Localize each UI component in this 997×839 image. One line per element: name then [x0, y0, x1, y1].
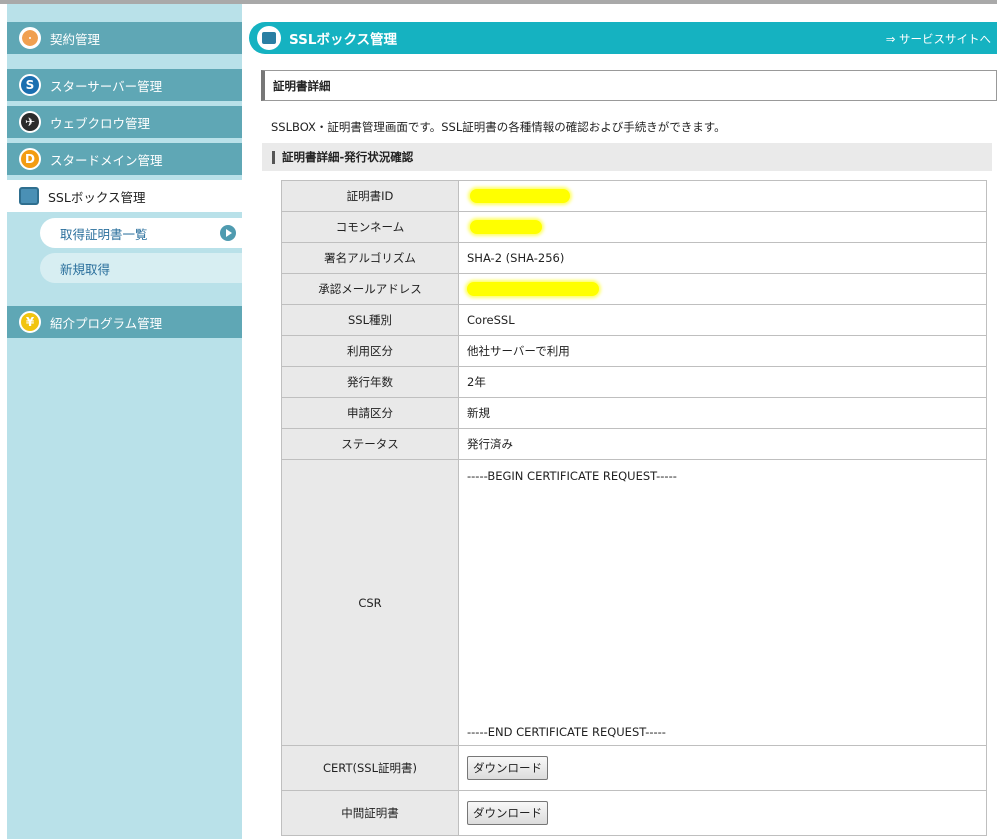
star-server-icon: S: [19, 74, 41, 96]
sidebar-item-label: 紹介プログラム管理: [50, 315, 163, 331]
table-row: 承認メールアドレス: [281, 273, 987, 305]
detail-value: [458, 211, 987, 243]
detail-value: 他社サーバーで利用: [458, 335, 987, 367]
table-row: 利用区分 他社サーバーで利用: [281, 335, 987, 367]
csr-begin-line: -----BEGIN CERTIFICATE REQUEST-----: [467, 469, 677, 483]
contract-icon: [19, 27, 41, 49]
detail-key: コモンネーム: [281, 211, 459, 243]
webcrow-icon: ✈: [19, 111, 41, 133]
csr-label: CSR: [281, 459, 459, 746]
subsection-bar: [272, 150, 275, 164]
ssl-box-icon: [257, 26, 281, 50]
detail-key: SSL種別: [281, 304, 459, 336]
detail-key: 署名アルゴリズム: [281, 242, 459, 274]
table-row: 署名アルゴリズム SHA-2 (SHA-256): [281, 242, 987, 274]
sidebar-item-label: ウェブクロウ管理: [50, 115, 151, 131]
detail-value: CoreSSL: [458, 304, 987, 336]
service-site-link[interactable]: ⇒ サービスサイトへ: [886, 31, 991, 47]
sidebar-item-label: スターサーバー管理: [50, 78, 163, 94]
detail-value: 新規: [458, 397, 987, 429]
sidebar-subitem-certificate-list[interactable]: 取得証明書一覧: [40, 218, 242, 248]
sidebar-item-star-domain[interactable]: D スタードメイン管理: [7, 143, 242, 175]
table-row-cert: CERT(SSL証明書) ダウンロード: [281, 745, 987, 791]
subsection-title: 証明書詳細-発行状況確認: [262, 143, 992, 171]
csr-text[interactable]: -----BEGIN CERTIFICATE REQUEST----- ----…: [458, 459, 987, 746]
sidebar-item-label: SSLボックス管理: [48, 189, 146, 205]
page-description: SSLBOX・証明書管理画面です。SSL証明書の各種情報の確認および手続きができ…: [271, 120, 726, 134]
sidebar-item-ssl-box[interactable]: SSLボックス管理: [7, 180, 242, 212]
table-row-csr: CSR -----BEGIN CERTIFICATE REQUEST----- …: [281, 459, 987, 746]
table-row: コモンネーム: [281, 211, 987, 243]
detail-key: 承認メールアドレス: [281, 273, 459, 305]
detail-key: 申請区分: [281, 397, 459, 429]
sidebar-subitem-new-acquisition[interactable]: 新規取得: [40, 253, 242, 283]
table-row: 証明書ID: [281, 180, 987, 212]
sidebar-subitem-label: 取得証明書一覧: [60, 226, 148, 242]
star-domain-icon: D: [19, 148, 41, 170]
redacted-value: [470, 220, 542, 235]
arrow-right-icon: [220, 225, 236, 241]
sidebar-item-contract[interactable]: 契約管理: [7, 22, 242, 54]
sidebar-item-webcrow[interactable]: ✈ ウェブクロウ管理: [7, 106, 242, 138]
detail-value: 2年: [458, 366, 987, 398]
cert-download-button[interactable]: ダウンロード: [467, 756, 548, 780]
certificate-detail-table: 証明書ID コモンネーム 署名アルゴリズム SHA-2 (SHA-256) 承認…: [281, 180, 987, 836]
redacted-value: [470, 189, 570, 204]
sidebar-subitem-label: 新規取得: [60, 261, 111, 277]
yen-coin-icon: ¥: [19, 311, 41, 333]
table-row: 発行年数 2年: [281, 366, 987, 398]
cert-label: CERT(SSL証明書): [281, 745, 459, 791]
sidebar-item-referral[interactable]: ¥ 紹介プログラム管理: [7, 306, 242, 338]
page-header: SSLボックス管理 ⇒ サービスサイトへ: [249, 22, 997, 54]
detail-value: [458, 273, 987, 305]
intermediate-download-cell: ダウンロード: [458, 790, 987, 836]
sidebar-item-label: スタードメイン管理: [50, 152, 163, 168]
table-row-intermediate: 中間証明書 ダウンロード: [281, 790, 987, 836]
cert-download-cell: ダウンロード: [458, 745, 987, 791]
csr-end-line: -----END CERTIFICATE REQUEST-----: [467, 725, 666, 739]
detail-key: ステータス: [281, 428, 459, 460]
table-row: 申請区分 新規: [281, 397, 987, 429]
intermediate-label: 中間証明書: [281, 790, 459, 836]
detail-value: 発行済み: [458, 428, 987, 460]
sidebar-item-label: 契約管理: [50, 31, 101, 47]
sidebar-item-star-server[interactable]: S スターサーバー管理: [7, 69, 242, 101]
detail-value: SHA-2 (SHA-256): [458, 242, 987, 274]
detail-value: [458, 180, 987, 212]
ssl-box-icon: [19, 187, 39, 205]
table-row: SSL種別 CoreSSL: [281, 304, 987, 336]
page-header-title: SSLボックス管理: [289, 32, 398, 48]
detail-key: 証明書ID: [281, 180, 459, 212]
detail-key: 発行年数: [281, 366, 459, 398]
table-row: ステータス 発行済み: [281, 428, 987, 460]
redacted-value: [467, 282, 599, 297]
intermediate-download-button[interactable]: ダウンロード: [467, 801, 548, 825]
detail-key: 利用区分: [281, 335, 459, 367]
section-title: 証明書詳細: [261, 70, 997, 101]
subsection-title-text: 証明書詳細-発行状況確認: [282, 150, 414, 164]
